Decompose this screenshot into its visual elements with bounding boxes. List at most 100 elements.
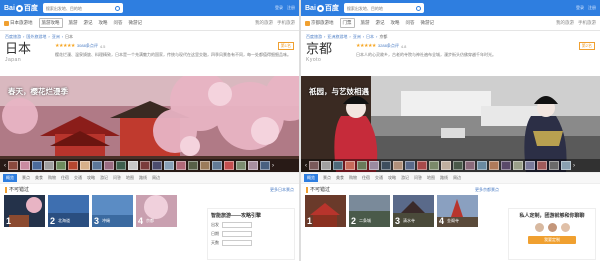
chevron-left-icon[interactable]: ‹: [305, 163, 307, 169]
nav-item[interactable]: 旅游: [69, 20, 78, 26]
nav-destination[interactable]: 日本旅游地: [4, 20, 33, 26]
thumbnail[interactable]: [32, 161, 42, 170]
thumbnail[interactable]: [8, 161, 18, 170]
thumbnail[interactable]: [357, 161, 367, 170]
departure-field[interactable]: [222, 222, 252, 228]
tab-item[interactable]: 路线: [139, 175, 147, 181]
thumbnail[interactable]: [68, 161, 78, 170]
thumbnail[interactable]: [441, 161, 451, 170]
tab-item[interactable]: 问答: [414, 175, 422, 181]
tab-item[interactable]: 地图: [427, 175, 435, 181]
attraction-card[interactable]: 3 清水寺: [393, 195, 434, 227]
attraction-card[interactable]: 2 北海道: [48, 195, 89, 227]
chevron-right-icon[interactable]: ›: [573, 163, 575, 169]
thumbnail[interactable]: [417, 161, 427, 170]
nav-item[interactable]: 攻略: [99, 20, 108, 26]
hero-image[interactable]: 祇园，与艺妓相遇 ‹ ›: [301, 76, 600, 172]
avatar[interactable]: [534, 223, 544, 232]
thumbnail[interactable]: [549, 161, 559, 170]
tab-item[interactable]: 交通: [375, 175, 383, 181]
nav-item[interactable]: 微游记: [421, 20, 435, 26]
thumbnail[interactable]: [176, 161, 186, 170]
tab-item[interactable]: 游记: [401, 175, 409, 181]
tab-item[interactable]: 问答: [113, 175, 121, 181]
thumbnail[interactable]: [260, 161, 270, 170]
mobile-link[interactable]: 手机旅游: [578, 20, 596, 26]
tab-overview[interactable]: 概览: [3, 174, 17, 182]
tab-overview[interactable]: 概览: [304, 174, 318, 182]
thumbnail[interactable]: [44, 161, 54, 170]
tab-item[interactable]: 交通: [74, 175, 82, 181]
my-travel-link[interactable]: 我的旅游: [556, 20, 574, 26]
breadcrumb-link[interactable]: 百度旅游: [5, 34, 21, 40]
hero-image[interactable]: 春天，樱花烂漫季 ‹ ›: [0, 76, 299, 172]
mobile-link[interactable]: 手机旅游: [277, 20, 295, 26]
thumbnail[interactable]: [561, 161, 571, 170]
tab-item[interactable]: 景点: [323, 175, 331, 181]
thumbnail[interactable]: [405, 161, 415, 170]
thumbnail[interactable]: [200, 161, 210, 170]
thumbnail[interactable]: [140, 161, 150, 170]
thumbnail[interactable]: [477, 161, 487, 170]
tab-item[interactable]: 周边: [152, 175, 160, 181]
thumbnail[interactable]: [104, 161, 114, 170]
thumbnail[interactable]: [116, 161, 126, 170]
thumbnail[interactable]: [80, 161, 90, 170]
search-box[interactable]: [42, 3, 123, 13]
thumbnail[interactable]: [248, 161, 258, 170]
thumbnail[interactable]: [128, 161, 138, 170]
tab-item[interactable]: 攻略: [87, 175, 95, 181]
thumbnail[interactable]: [393, 161, 403, 170]
nav-item[interactable]: 问答: [114, 20, 123, 26]
thumbnail[interactable]: [489, 161, 499, 170]
tab-item[interactable]: 购物: [349, 175, 357, 181]
breadcrumb-link[interactable]: 日本: [366, 34, 374, 40]
tab-item[interactable]: 购物: [48, 175, 56, 181]
thumbnail[interactable]: [513, 161, 523, 170]
tab-item[interactable]: 路线: [440, 175, 448, 181]
search-box[interactable]: [343, 3, 424, 13]
attraction-card[interactable]: 1: [4, 195, 45, 227]
nav-item[interactable]: 旅游: [361, 20, 370, 26]
thumbnail[interactable]: [224, 161, 234, 170]
tab-item[interactable]: 住宿: [362, 175, 370, 181]
thumbnail[interactable]: [321, 161, 331, 170]
baidu-logo[interactable]: Bai 百度: [305, 3, 339, 13]
search-icon[interactable]: [415, 5, 421, 11]
nav-select[interactable]: 门票: [339, 18, 355, 28]
thumbnail[interactable]: [453, 161, 463, 170]
review-count[interactable]: 3088条点评: [77, 43, 98, 49]
register-link[interactable]: 注册: [287, 5, 295, 11]
days-field[interactable]: [222, 240, 252, 246]
thumbnail[interactable]: [345, 161, 355, 170]
search-input[interactable]: [346, 5, 411, 11]
nav-item[interactable]: 游记: [376, 20, 385, 26]
thumbnail[interactable]: [369, 161, 379, 170]
thumbnail[interactable]: [164, 161, 174, 170]
thumbnail[interactable]: [236, 161, 246, 170]
attraction-card[interactable]: 1: [305, 195, 346, 227]
tab-item[interactable]: 周边: [453, 175, 461, 181]
breadcrumb-link[interactable]: 国外旅游地: [26, 34, 46, 40]
breadcrumb-link[interactable]: 亚洲旅游地: [327, 34, 347, 40]
tab-item[interactable]: 住宿: [61, 175, 69, 181]
breadcrumb-link[interactable]: 百度旅游: [306, 34, 322, 40]
thumbnail[interactable]: [188, 161, 198, 170]
thumbnail[interactable]: [429, 161, 439, 170]
search-icon[interactable]: [114, 5, 120, 11]
nav-item[interactable]: 游记: [84, 20, 93, 26]
login-link[interactable]: 登录: [275, 5, 283, 11]
nav-item[interactable]: 微游记: [129, 20, 143, 26]
chevron-left-icon[interactable]: ‹: [4, 163, 6, 169]
thumbnail[interactable]: [525, 161, 535, 170]
thumbnail[interactable]: [333, 161, 343, 170]
register-link[interactable]: 注册: [588, 5, 596, 11]
thumbnail[interactable]: [501, 161, 511, 170]
date-field[interactable]: [222, 231, 252, 237]
tab-item[interactable]: 游记: [100, 175, 108, 181]
search-input[interactable]: [45, 5, 110, 11]
breadcrumb-link[interactable]: 亚洲: [353, 34, 361, 40]
tab-item[interactable]: 美食: [35, 175, 43, 181]
tab-item[interactable]: 地图: [126, 175, 134, 181]
baidu-logo[interactable]: Bai 百度: [4, 3, 38, 13]
